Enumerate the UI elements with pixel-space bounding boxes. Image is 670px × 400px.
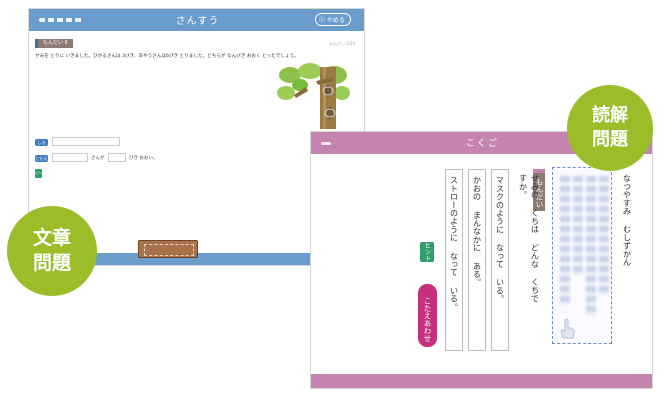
reading-passage-panel [552, 167, 612, 344]
reading-problems-line1: 読解 [592, 105, 628, 126]
math-question-counter: もんだい 6/10 [329, 41, 356, 46]
answer-tray[interactable] [138, 240, 198, 258]
reading-problems-badge: 読解 問題 [567, 85, 653, 171]
word-problems-badge: 文章 問題 [7, 206, 97, 296]
math-question-text: せみを とりに いきました。ひかるさんは 3びき、あやうさんは6ぴき とりました… [35, 54, 299, 59]
quit-button[interactable]: ⓧ やめる [315, 13, 351, 26]
tree-cicada-illustration [277, 63, 350, 129]
answer-option-1[interactable]: マスクのように なって いる。 [491, 169, 509, 351]
jp-hint-button[interactable]: ヒント [420, 242, 434, 262]
answer-option-2[interactable]: かおの まんなかに ある。 [468, 169, 486, 351]
reading-problems-line2: 問題 [592, 129, 628, 150]
answer-check-button[interactable]: こたえあわせ [418, 284, 437, 347]
jp-footer-bar [311, 374, 652, 388]
hand-pointer-icon [560, 318, 575, 339]
reading-title: なつやすみ むしずかん [622, 174, 632, 266]
shiki-input[interactable] [52, 137, 120, 146]
word-problems-line2: 問題 [32, 252, 71, 274]
answer-mid-text: さんが [91, 156, 105, 161]
math-hint-button[interactable]: ヒント [35, 169, 42, 184]
kotae-tag: こたえ [35, 155, 48, 162]
kotae-input-2[interactable] [108, 153, 126, 162]
tray-inner [144, 244, 194, 256]
math-question-label: もんだい 6 [35, 39, 73, 48]
answer-end-text: びき おおい。 [129, 156, 158, 161]
kotae-input-1[interactable] [52, 153, 88, 162]
shiki-tag: しき [35, 139, 48, 146]
answer-option-3[interactable]: ストローのように なって いる。 [445, 169, 463, 351]
jp-question-text: せみの くちは どんな くちですか。 [518, 174, 540, 303]
word-problems-line1: 文章 [32, 227, 71, 249]
